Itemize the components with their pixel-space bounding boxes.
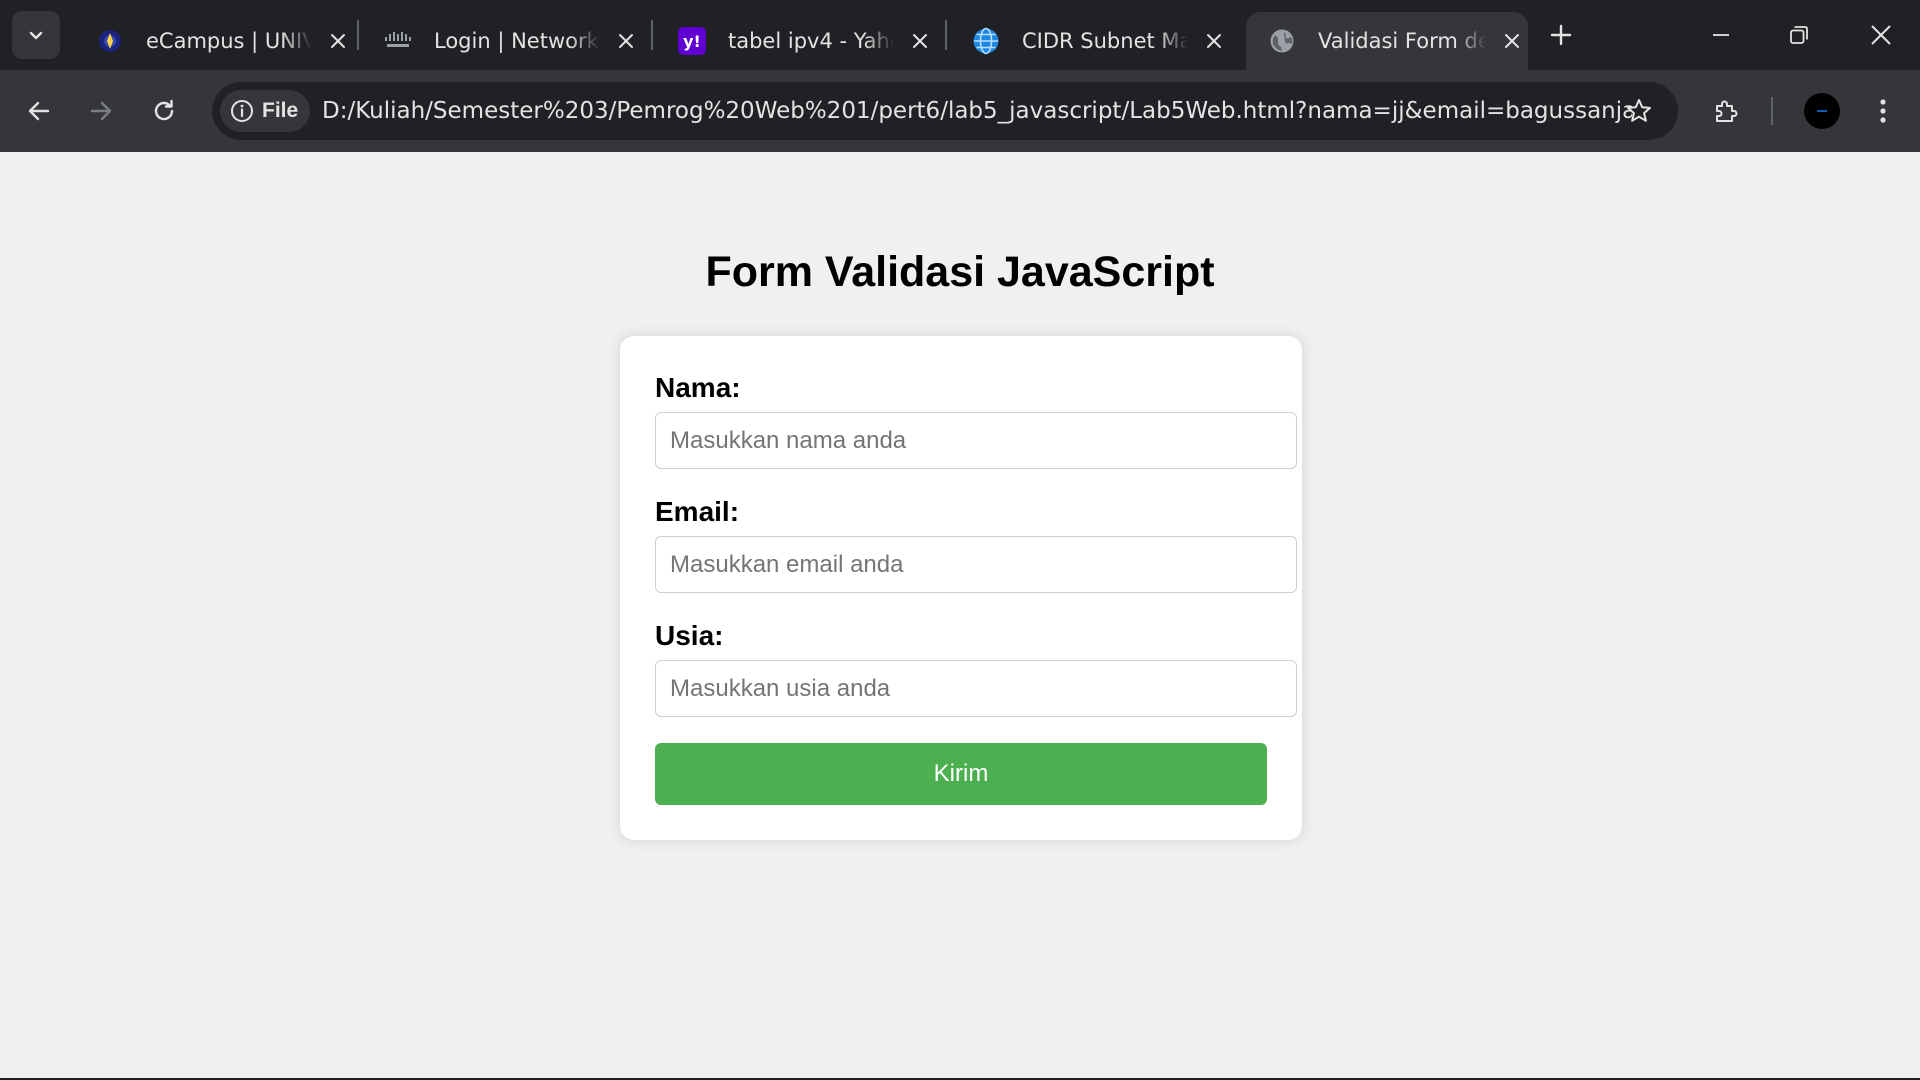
university-logo-icon [96, 27, 124, 55]
back-button[interactable] [18, 90, 60, 132]
star-icon [1627, 99, 1651, 122]
yahoo-logo-icon: y! [678, 27, 706, 55]
forward-button[interactable] [80, 90, 122, 132]
globe-network-icon [972, 27, 1000, 55]
submit-button[interactable]: Kirim [655, 743, 1267, 805]
kebab-menu-icon [1880, 99, 1886, 123]
tab-cidr-subnet-mask[interactable]: CIDR Subnet Mask [950, 12, 1228, 70]
validation-form: Nama: Email: Usia: Kirim [620, 336, 1302, 840]
tab-title: CIDR Subnet Mask [1022, 29, 1189, 53]
reload-button[interactable] [143, 90, 185, 132]
reload-icon [154, 99, 174, 121]
site-info-chip[interactable]: File [220, 90, 311, 132]
svg-text:y!: y! [683, 32, 701, 51]
info-icon [231, 100, 253, 122]
bookmark-button[interactable] [1618, 90, 1660, 132]
email-input[interactable] [655, 536, 1297, 593]
tab-title: tabel ipv4 - Yahoo Search [728, 29, 894, 53]
tab-separator [651, 20, 653, 50]
address-bar[interactable]: File D:/Kuliah/Semester%203/Pemrog%20Web… [212, 82, 1678, 140]
browser-tabstrip: eCampus | UNIVERSITAS Login | Networking… [0, 0, 1920, 70]
arrow-right-icon [90, 101, 112, 121]
puzzle-icon [1716, 100, 1738, 122]
extensions-button[interactable] [1705, 90, 1747, 132]
new-tab-button[interactable] [1540, 14, 1582, 56]
minimize-icon [1713, 34, 1729, 36]
tab-ecampus[interactable]: eCampus | UNIVERSITAS [74, 12, 352, 70]
minimize-button[interactable] [1682, 0, 1760, 70]
email-label: Email: [655, 496, 740, 527]
tab-validasi-form[interactable]: Validasi Form dengan JavaScript [1246, 12, 1528, 70]
close-icon[interactable] [324, 27, 352, 55]
globe-icon [1268, 27, 1296, 55]
restore-button[interactable] [1760, 0, 1838, 70]
tab-title: eCampus | UNIVERSITAS [146, 29, 313, 53]
restore-icon [1790, 26, 1808, 44]
tab-search-button[interactable] [12, 11, 60, 59]
close-window-button[interactable] [1842, 0, 1920, 70]
usia-input[interactable] [655, 660, 1297, 717]
tab-separator [357, 20, 359, 50]
close-icon[interactable] [1498, 27, 1526, 55]
nama-input[interactable] [655, 412, 1297, 469]
url-text[interactable]: D:/Kuliah/Semester%203/Pemrog%20Web%201/… [322, 82, 1632, 140]
arrow-left-icon [28, 101, 50, 121]
usia-label: Usia: [655, 620, 724, 651]
tab-separator [945, 20, 947, 50]
close-icon[interactable] [612, 27, 640, 55]
tab-title: Login | Networking Academy [434, 29, 600, 53]
chevron-down-icon [29, 31, 43, 40]
cisco-logo-icon [384, 27, 412, 55]
nama-label: Nama: [655, 372, 741, 403]
page-title: Form Validasi JavaScript [705, 248, 1215, 296]
toolbar-separator [1771, 97, 1773, 125]
browser-toolbar: File D:/Kuliah/Semester%203/Pemrog%20Web… [0, 70, 1920, 152]
close-icon[interactable] [1200, 27, 1228, 55]
file-chip-label: File [262, 99, 299, 122]
close-icon[interactable] [906, 27, 934, 55]
browser-menu-button[interactable] [1862, 90, 1904, 132]
close-icon [1871, 25, 1891, 45]
tab-title: Validasi Form dengan JavaScript [1318, 29, 1486, 53]
tab-networking-academy[interactable]: Login | Networking Academy [362, 12, 640, 70]
profile-avatar[interactable] [1804, 93, 1840, 129]
plus-icon [1550, 24, 1572, 46]
profile-icon [1817, 110, 1827, 112]
tab-yahoo-search[interactable]: y! tabel ipv4 - Yahoo Search [656, 12, 934, 70]
